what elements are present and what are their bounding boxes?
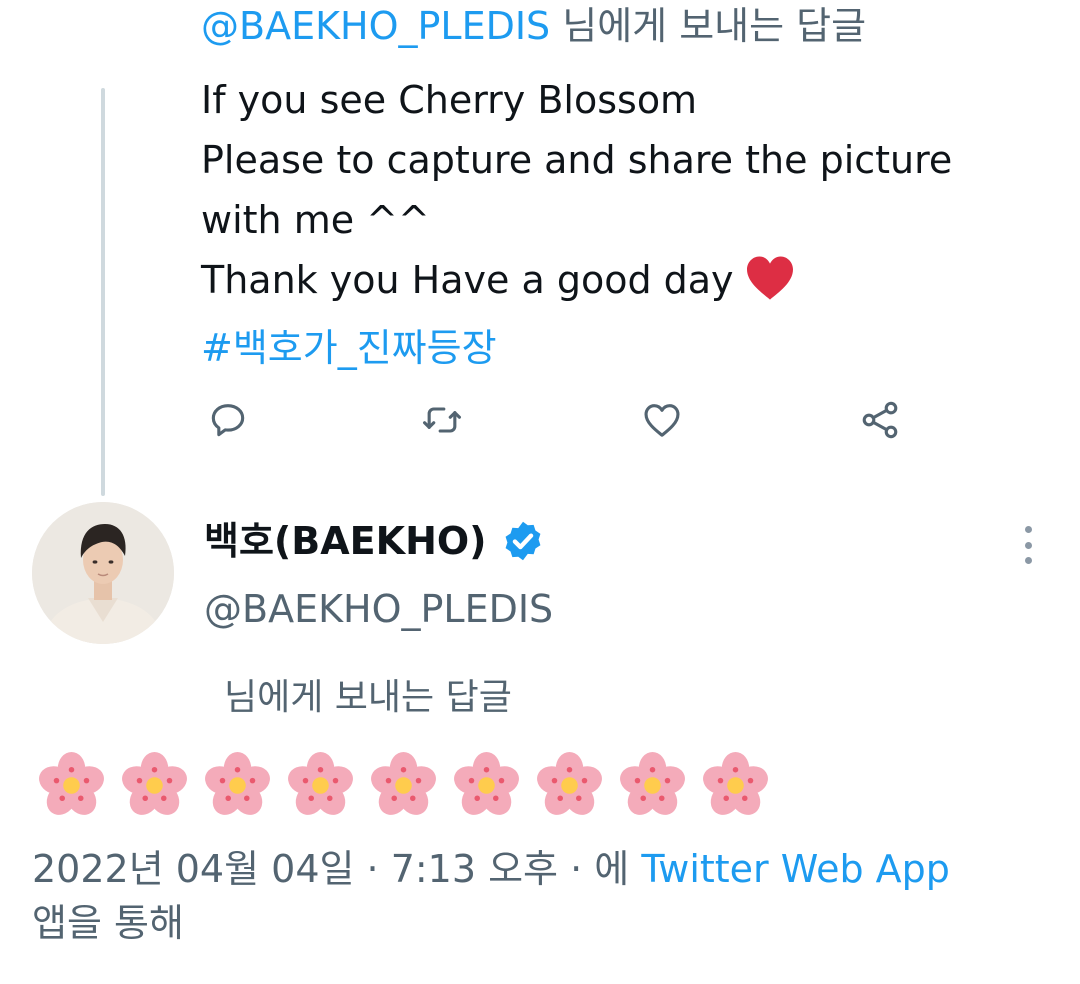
timestamp[interactable]: 2022년 04월 04일 · 7:13 오후 · 에 — [32, 847, 641, 891]
heart-icon — [644, 404, 680, 437]
retweet-icon — [423, 407, 461, 433]
more-dot-icon — [1024, 541, 1032, 549]
share-button[interactable] — [856, 396, 904, 444]
cherry-blossom-emoji — [454, 751, 519, 815]
cherry-blossom-emoji — [288, 751, 353, 815]
tweet-line: with me ^^ — [201, 198, 430, 242]
profile-avatar[interactable] — [32, 502, 174, 644]
reply-button[interactable] — [204, 396, 252, 444]
more-dot-icon — [1024, 526, 1032, 533]
source-suffix: 앱을 통해 — [32, 901, 184, 945]
reply-context: @BAEKHO_PLEDIS 님에게 보내는 답글 — [201, 2, 866, 50]
source-link[interactable]: Twitter Web App — [641, 847, 950, 891]
tweet-metadata: 2022년 04월 04일 · 7:13 오후 · 에 Twitter Web … — [32, 842, 1042, 950]
cherry-blossom-emoji — [205, 751, 270, 815]
tweet-emoji-text — [36, 750, 771, 822]
more-options-button[interactable] — [1014, 526, 1042, 564]
verified-badge-icon — [505, 521, 540, 561]
reply-note: 님에게 보내는 답글 — [224, 677, 512, 718]
username[interactable]: @BAEKHO_PLEDIS — [204, 582, 553, 636]
hashtag-link[interactable]: #백호가_진짜등장 — [201, 318, 1061, 378]
share-icon — [862, 401, 898, 439]
tweet-actions — [200, 396, 920, 444]
parent-tweet-text: If you see Cherry Blossom Please to capt… — [201, 70, 1061, 378]
tweet-line-with-emoji: Thank you Have a good day — [201, 250, 1061, 318]
more-dot-icon — [1024, 557, 1032, 564]
cherry-blossom-emoji — [122, 751, 187, 815]
red-heart-emoji — [744, 255, 796, 318]
reply-icon — [211, 404, 245, 437]
reply-to-suffix: 님에게 보내는 답글 — [562, 4, 867, 48]
display-name-text: 백호(BAEKHO) — [204, 519, 487, 563]
cherry-blossom-emoji — [39, 751, 104, 815]
cherry-blossom-emoji — [620, 751, 685, 815]
tweet-line: If you see Cherry Blossom — [201, 78, 698, 122]
retweet-button[interactable] — [418, 396, 466, 444]
tweet-line: Please to capture and share the picture — [201, 138, 953, 182]
reply-to-handle-link[interactable]: @BAEKHO_PLEDIS — [201, 4, 550, 48]
cherry-blossom-emoji — [537, 751, 602, 815]
like-button[interactable] — [638, 396, 686, 444]
thread-line — [101, 88, 105, 496]
cherry-blossom-emoji — [703, 751, 768, 815]
cherry-blossom-emoji — [371, 751, 436, 815]
tweet-line: Thank you Have a good day — [201, 258, 734, 302]
display-name[interactable]: 백호(BAEKHO) — [204, 514, 545, 568]
